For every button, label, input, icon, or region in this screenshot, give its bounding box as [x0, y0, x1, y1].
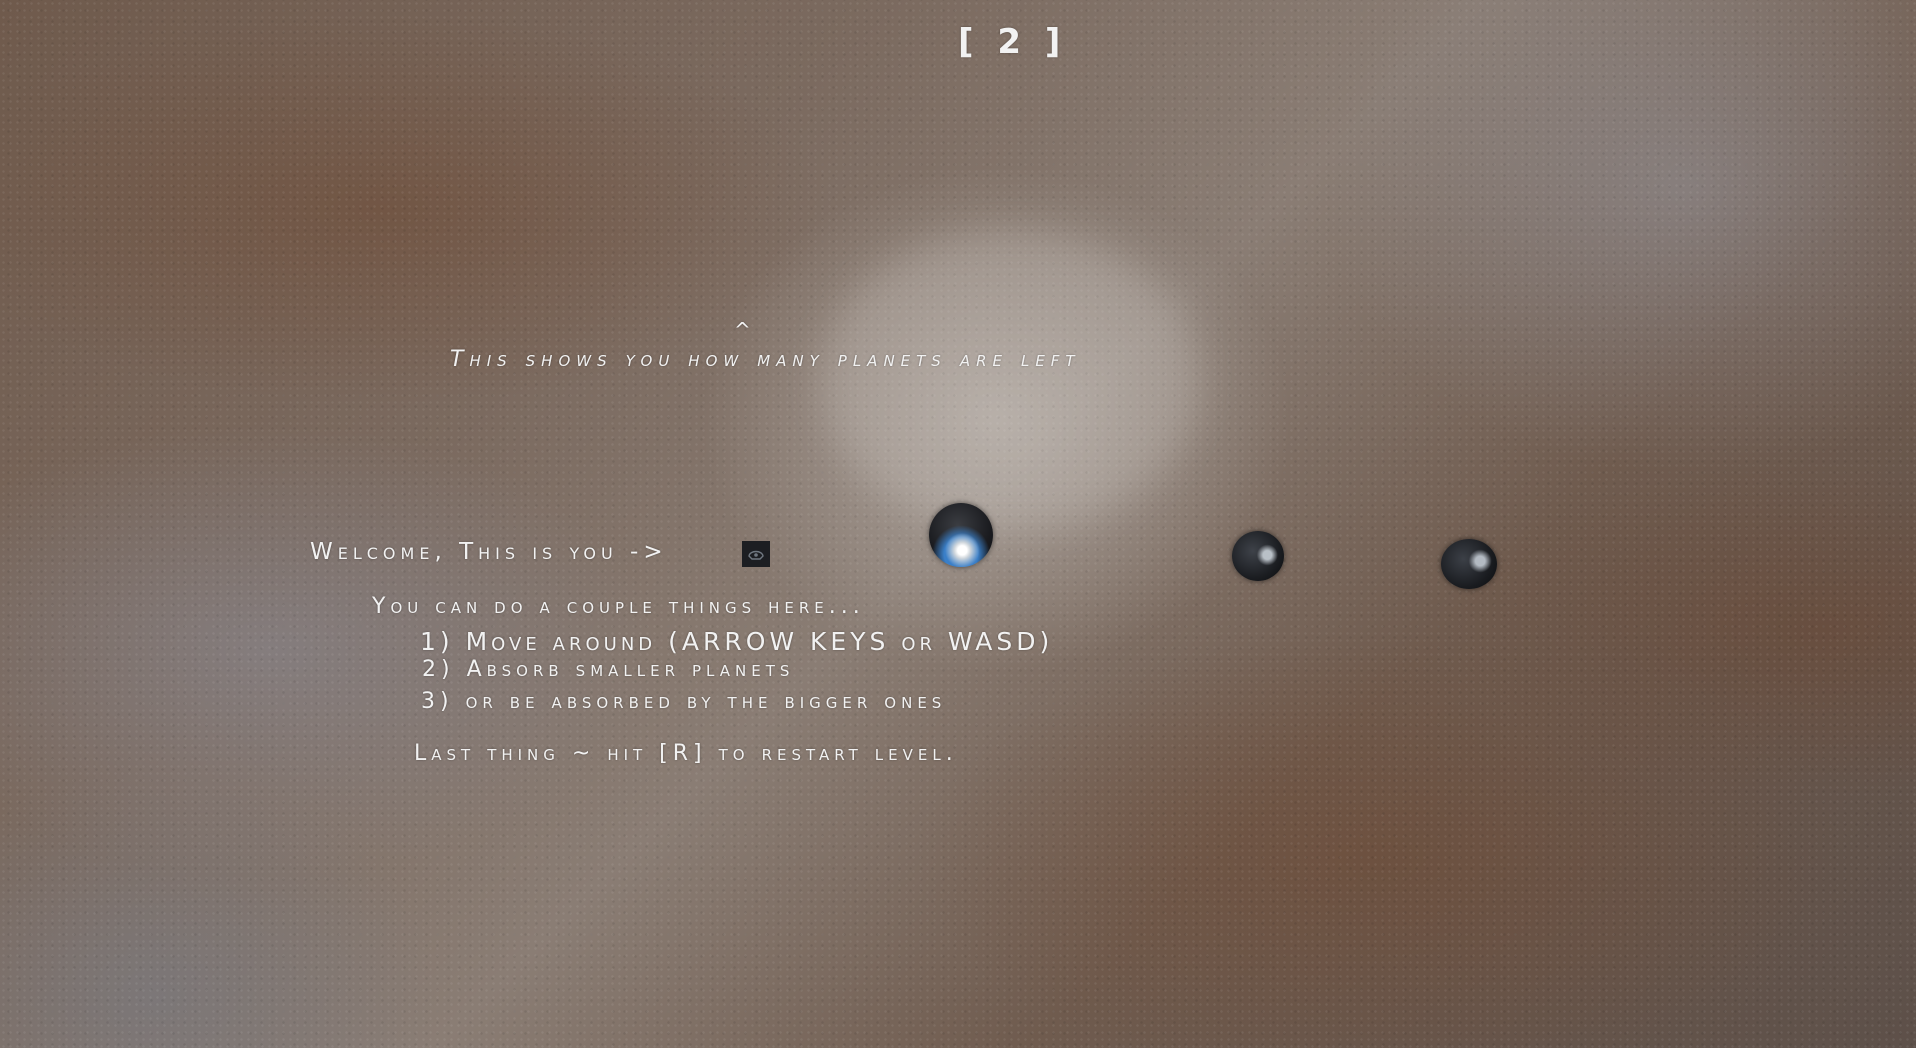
instruction-absorb: 2) Absorb smaller planets — [422, 657, 795, 682]
nebula-glow — [820, 230, 1200, 530]
small-planet[interactable] — [1441, 539, 1497, 589]
large-planet[interactable] — [929, 503, 993, 567]
restart-hint: Last thing ~ hit [R] to restart level. — [414, 741, 958, 766]
ship-icon — [748, 550, 764, 560]
player-ship[interactable] — [742, 541, 770, 567]
instructions-intro: You can do a couple things here... — [372, 594, 865, 619]
medium-planet[interactable] — [1232, 531, 1284, 581]
planets-left-counter: [ 2 ] — [958, 22, 1067, 62]
instruction-move: 1) Move around (ARROW KEYS or WASD) — [420, 627, 1054, 656]
instruction-absorbed: 3) or be absorbed by the bigger ones — [421, 689, 947, 714]
counter-pointer: ^ — [734, 318, 751, 342]
counter-hint-text: This shows you how many planets are left — [450, 347, 1081, 372]
welcome-text: Welcome, This is you -> — [310, 539, 668, 565]
